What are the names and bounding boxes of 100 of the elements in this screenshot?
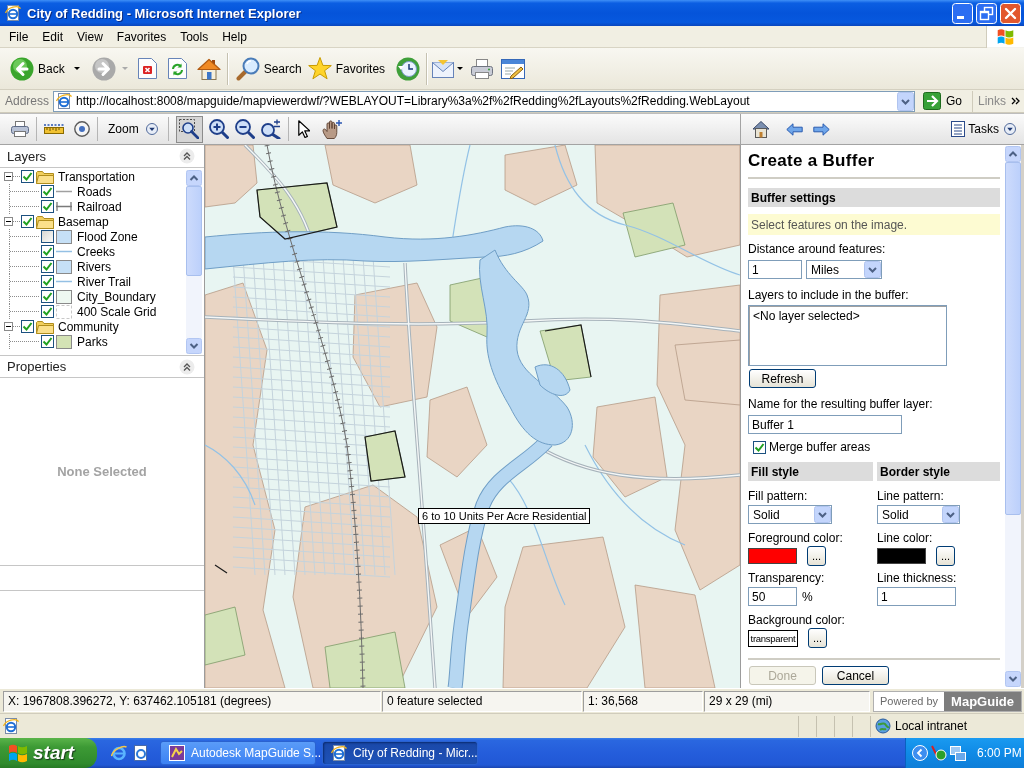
layer-group-name[interactable]: Transportation [58, 169, 135, 184]
checkbox[interactable] [21, 215, 34, 228]
layer-name[interactable]: Roads [77, 184, 112, 199]
expander-icon[interactable] [4, 217, 13, 226]
distance-input[interactable]: 1 [748, 260, 802, 279]
forward-arrow-icon[interactable] [813, 122, 830, 136]
color-picker-button[interactable]: ... [808, 628, 827, 648]
form-button[interactable]: Cancel [822, 666, 889, 685]
expander-icon[interactable] [4, 322, 13, 331]
menu-item[interactable]: File [2, 26, 36, 47]
layer-name[interactable]: Creeks [77, 244, 115, 259]
unit-dropdown[interactable]: Miles [806, 260, 882, 279]
checkbox[interactable] [41, 185, 54, 198]
scroll-up-icon[interactable] [1005, 146, 1021, 162]
layer-name[interactable]: Railroad [77, 199, 122, 214]
edit-page-icon[interactable] [501, 58, 526, 79]
scroll-down-icon[interactable] [186, 338, 202, 354]
dropdown-caret-icon[interactable] [457, 67, 464, 70]
checkbox[interactable] [41, 245, 54, 258]
powered-by-badge[interactable]: Powered by MapGuide [873, 690, 1022, 712]
house-icon[interactable] [752, 120, 770, 138]
color-swatch[interactable] [877, 548, 926, 564]
expander-icon[interactable] [4, 172, 13, 181]
menu-item[interactable]: View [70, 26, 110, 47]
favorites-button[interactable]: Favorites [304, 51, 389, 86]
menu-item[interactable]: Favorites [109, 26, 174, 47]
scroll-down-icon[interactable] [1005, 671, 1021, 687]
layer-name[interactable]: River Trail [77, 274, 131, 289]
ruler-icon[interactable] [44, 124, 64, 134]
address-field[interactable]: http://localhost:8008/mapguide/mapviewerdwf/?WEBLAYOUT=Library%3a%2f%2fRedding%2fLayouts%2fRedding.WebLayout [53, 90, 915, 112]
menu-item[interactable]: Edit [35, 26, 71, 47]
vertical-scrollbar[interactable] [186, 170, 202, 354]
checkbox[interactable] [41, 230, 54, 243]
refresh-button[interactable]: Refresh [749, 369, 816, 388]
target-circle-icon[interactable] [74, 121, 90, 137]
layer-name[interactable]: Rivers [77, 259, 111, 274]
checkbox[interactable] [753, 440, 766, 454]
browser-icon[interactable] [111, 745, 127, 761]
checkbox[interactable] [21, 170, 34, 183]
printer-icon[interactable] [11, 121, 29, 137]
thickness-input[interactable]: 1 [877, 587, 956, 606]
zoom-plus-minus-icon[interactable] [260, 119, 281, 139]
menu-item[interactable]: Help [215, 26, 254, 47]
start-button[interactable]: start [0, 738, 97, 768]
zoom-out-icon[interactable] [234, 119, 255, 139]
refresh-page-icon[interactable] [167, 58, 187, 79]
printer-icon[interactable] [471, 58, 494, 79]
vertical-scrollbar[interactable] [1005, 146, 1021, 687]
chevron-icon[interactable] [1011, 97, 1020, 105]
home-icon[interactable] [196, 57, 221, 80]
background-color-field[interactable]: transparent [748, 629, 798, 647]
collapse-icon[interactable] [179, 148, 195, 164]
color-swatch[interactable] [748, 548, 797, 564]
color-picker-button[interactable]: ... [807, 546, 826, 566]
minimize-icon[interactable] [952, 2, 973, 24]
layer-name[interactable]: City_Boundary [77, 289, 156, 304]
document-icon[interactable] [133, 745, 149, 761]
layer-listbox[interactable]: <No layer selected> [748, 305, 947, 366]
color-picker-button[interactable]: ... [936, 546, 955, 566]
network-icon[interactable] [950, 745, 966, 761]
dropdown-caret-icon[interactable] [73, 67, 80, 70]
menu-item[interactable]: Tools [173, 26, 216, 47]
go-button[interactable]: Go [918, 90, 966, 112]
checkbox[interactable] [41, 275, 54, 288]
layer-group-name[interactable]: Basemap [58, 214, 109, 229]
taskbar-button[interactable]: City of Redding - Micr... [322, 741, 478, 765]
transparency-input[interactable]: 50 [748, 587, 797, 606]
close-icon[interactable] [1000, 2, 1021, 24]
checkbox[interactable] [41, 335, 54, 348]
back-button[interactable]: Back [7, 51, 68, 86]
layer-name[interactable]: Parks [77, 334, 108, 349]
scroll-thumb[interactable] [186, 186, 202, 276]
list-item[interactable]: <No layer selected> [753, 309, 860, 323]
scroll-thumb[interactable] [1005, 162, 1021, 515]
restore-icon[interactable] [976, 2, 997, 24]
hand-icon[interactable] [321, 119, 342, 139]
stop-page-icon[interactable] [137, 58, 157, 79]
back-arrow-icon[interactable] [786, 122, 803, 136]
checkbox-label[interactable]: Merge buffer areas [769, 440, 871, 454]
pattern-dropdown[interactable]: Solid [877, 505, 960, 524]
checkbox[interactable] [41, 290, 54, 303]
tasks-menu-button[interactable]: Tasks [951, 121, 1016, 137]
pointer-icon[interactable] [297, 120, 310, 138]
checkbox[interactable] [41, 260, 54, 273]
zoom-in-icon[interactable] [208, 119, 229, 139]
search-button[interactable]: Search [232, 51, 305, 86]
history-clock-icon[interactable] [396, 56, 421, 81]
name-input[interactable]: Buffer 1 [748, 415, 902, 434]
checkbox[interactable] [21, 320, 34, 333]
zoom-menu-button[interactable]: Zoom [105, 122, 161, 136]
expand-tray-icon[interactable] [912, 745, 928, 761]
layer-name[interactable]: 400 Scale Grid [77, 304, 157, 319]
checkbox[interactable] [41, 305, 54, 318]
layer-name[interactable]: Flood Zone [77, 229, 138, 244]
collapse-icon[interactable] [179, 358, 195, 375]
status-icon[interactable] [931, 745, 947, 761]
pattern-dropdown[interactable]: Solid [748, 505, 832, 524]
layer-group-name[interactable]: Community [58, 319, 119, 334]
scroll-up-icon[interactable] [186, 170, 202, 186]
checkbox[interactable] [41, 200, 54, 213]
